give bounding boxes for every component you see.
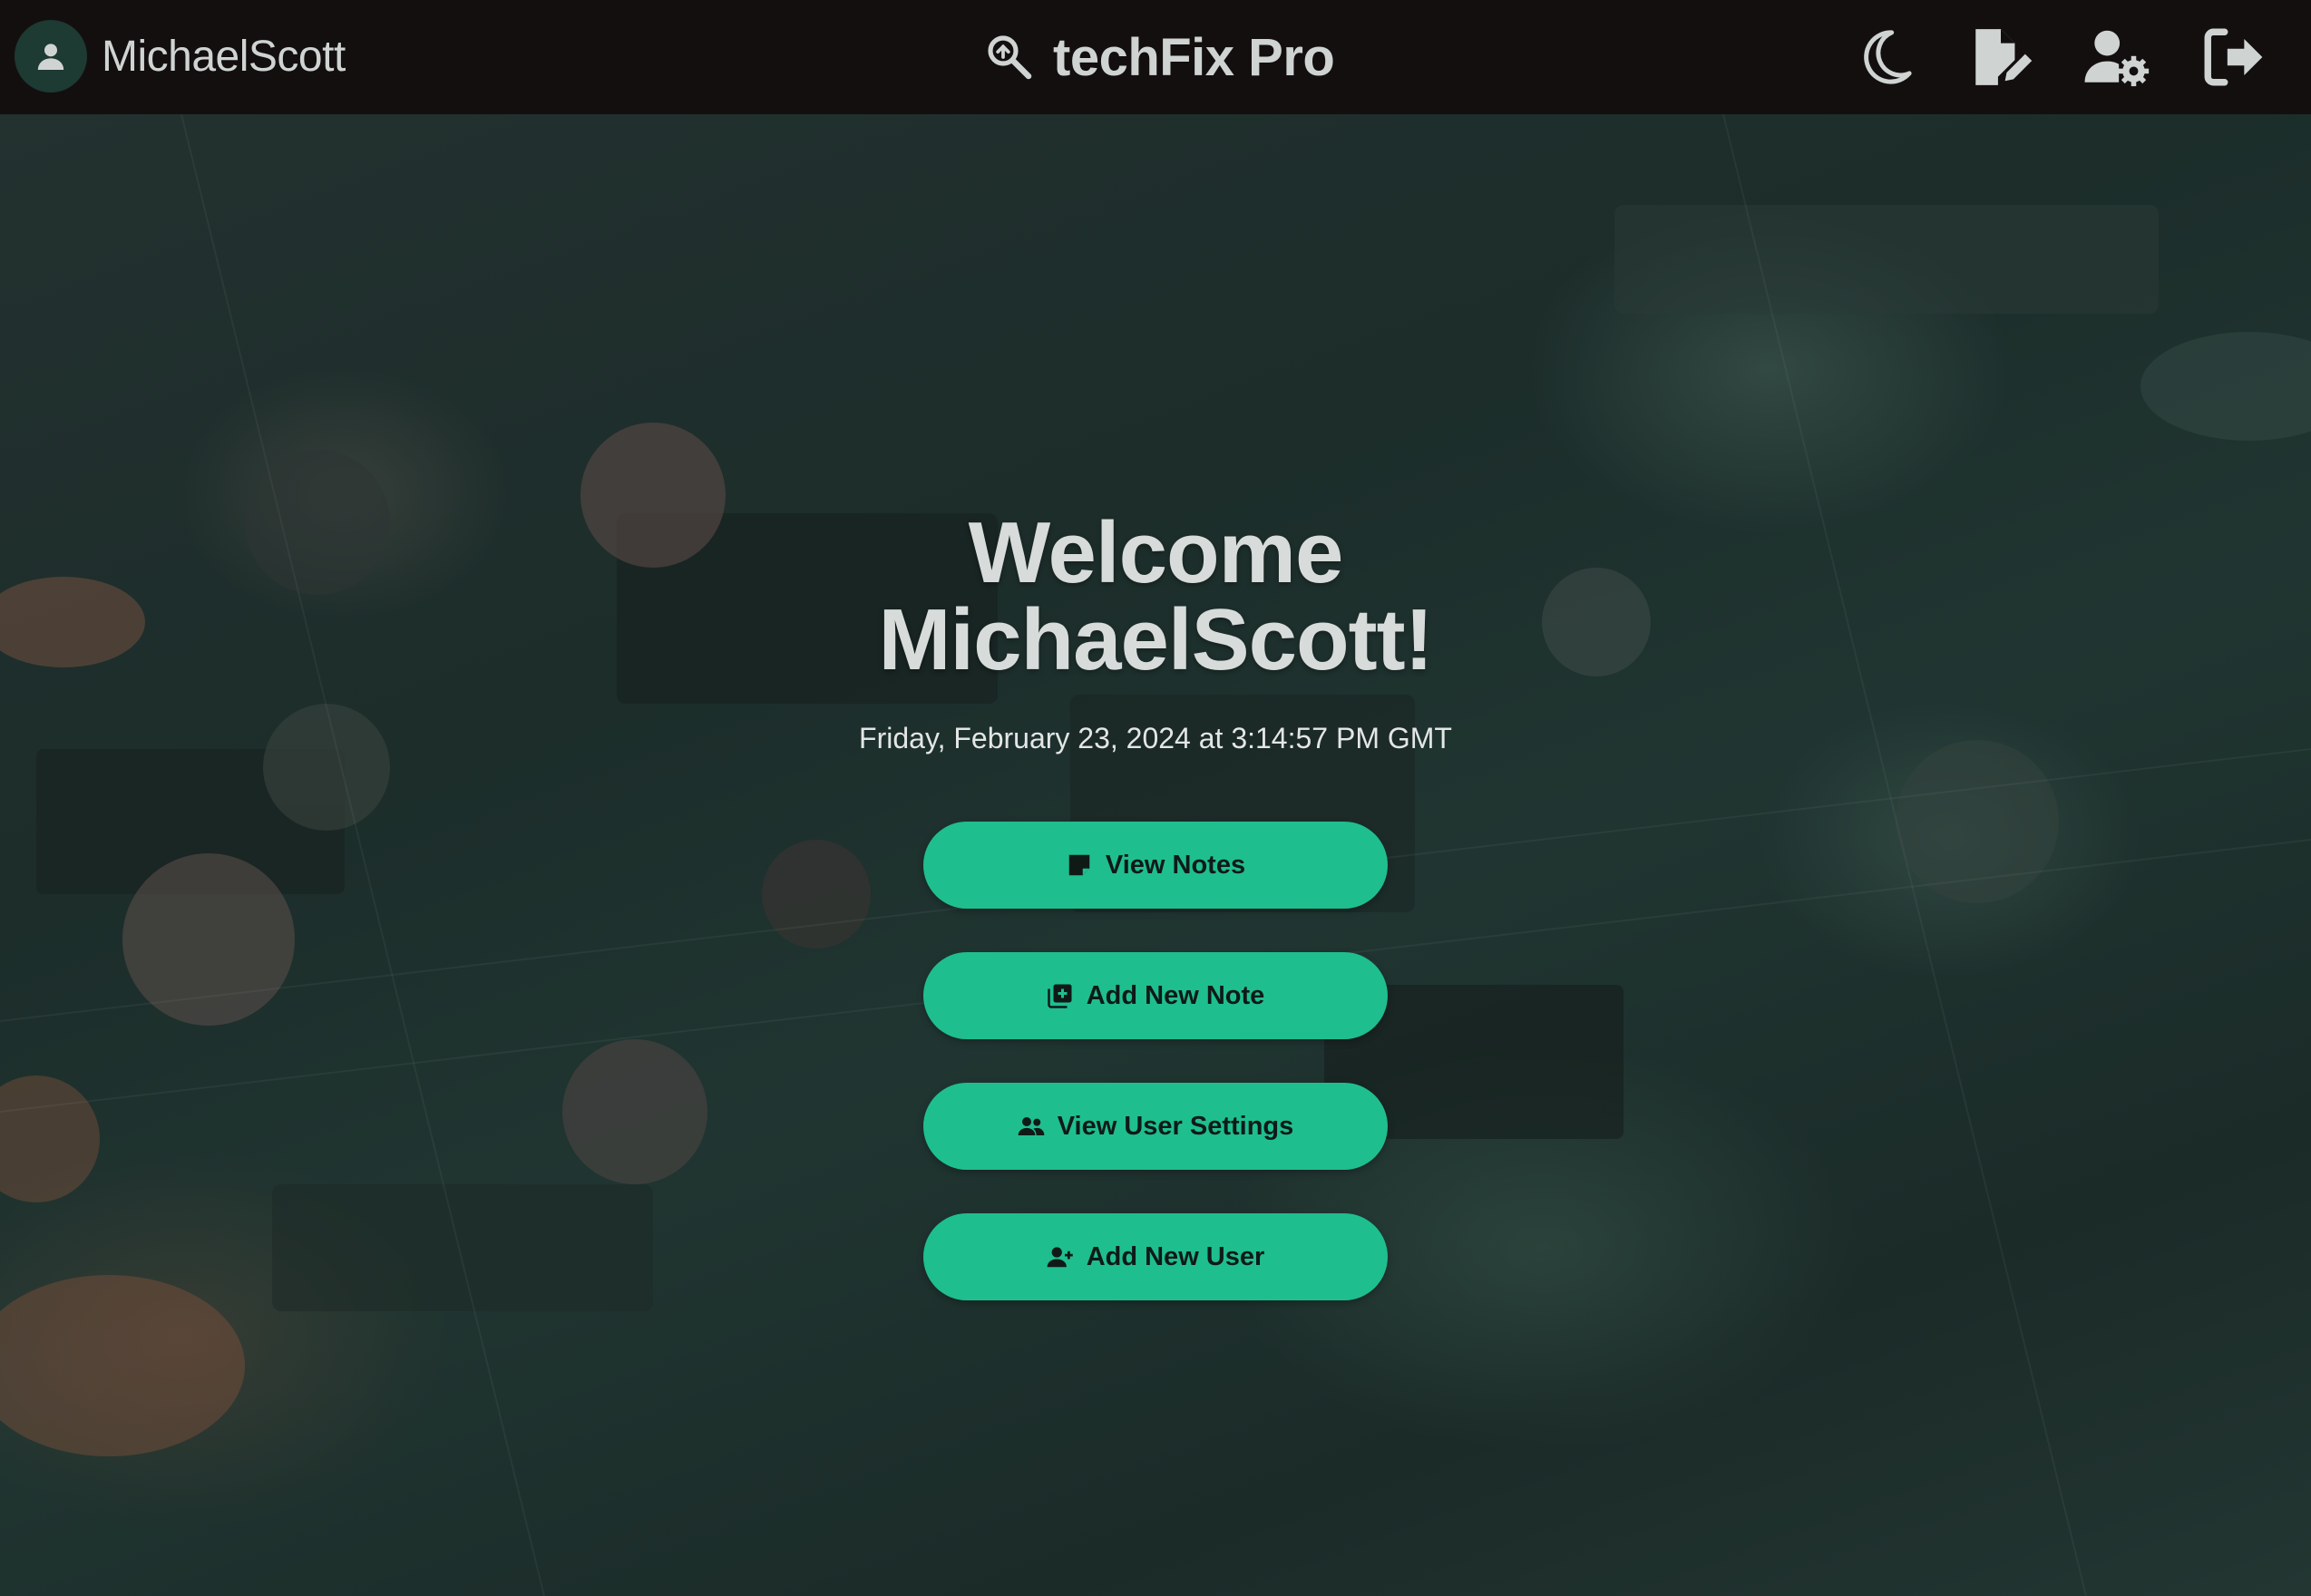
edit-document-button[interactable]	[1957, 16, 2044, 98]
users-icon	[1018, 1117, 1045, 1135]
add-new-user-button[interactable]: Add New User	[923, 1213, 1388, 1300]
user-settings-icon	[2084, 30, 2150, 87]
user-icon	[37, 44, 64, 70]
welcome-line-username: MichaelScott!	[878, 591, 1433, 688]
dark-mode-toggle[interactable]	[1841, 16, 1928, 98]
add-new-note-label: Add New Note	[1086, 980, 1265, 1010]
top-navigation-bar: MichaelScott techFix Pro	[0, 0, 2311, 114]
avatar[interactable]	[15, 20, 87, 92]
logout-button[interactable]	[2189, 16, 2277, 98]
welcome-panel: Welcome MichaelScott! Friday, February 2…	[0, 114, 2311, 1596]
view-notes-label: View Notes	[1105, 850, 1246, 880]
view-notes-button[interactable]: View Notes	[923, 822, 1388, 909]
add-user-icon	[1047, 1247, 1073, 1268]
add-new-note-button[interactable]: Add New Note	[923, 952, 1388, 1039]
username-label: MichaelScott	[102, 32, 346, 81]
moon-icon	[1864, 30, 1912, 84]
nav-icon-group	[1812, 16, 2277, 98]
view-user-settings-button[interactable]: View User Settings	[923, 1083, 1388, 1170]
user-profile[interactable]: MichaelScott	[15, 19, 346, 93]
brand-title: techFix Pro	[1053, 27, 1335, 87]
magnifier-wrench-icon	[988, 35, 1032, 80]
current-datetime: Friday, February 23, 2024 at 3:14:57 PM …	[859, 722, 1452, 754]
action-button-list: View Notes Add New Note View User Settin…	[923, 822, 1388, 1344]
note-icon	[1068, 854, 1090, 876]
add-new-user-label: Add New User	[1086, 1241, 1265, 1271]
brand[interactable]: techFix Pro	[984, 18, 1335, 96]
user-settings-button[interactable]	[2073, 16, 2160, 98]
welcome-heading: Welcome MichaelScott!	[702, 510, 1609, 684]
add-note-icon	[1047, 984, 1072, 1008]
view-user-settings-label: View User Settings	[1057, 1111, 1294, 1141]
welcome-line-greeting: Welcome	[968, 504, 1344, 601]
edit-document-icon	[1975, 29, 2033, 85]
logout-icon	[2204, 28, 2263, 86]
